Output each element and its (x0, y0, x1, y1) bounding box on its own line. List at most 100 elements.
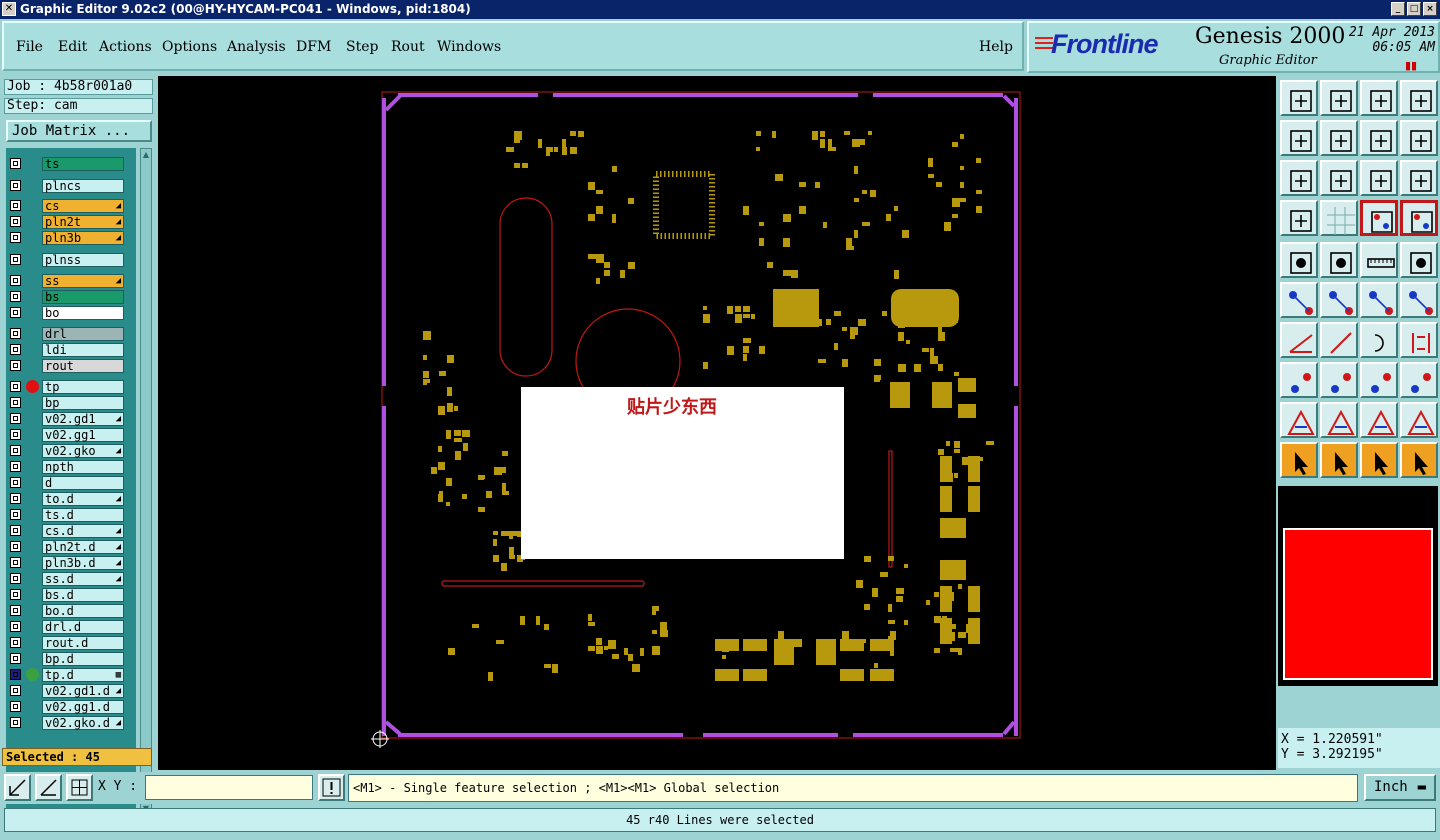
line-button[interactable] (1320, 322, 1358, 358)
menu-dfm[interactable]: DFM (296, 39, 331, 55)
center-button[interactable] (1320, 160, 1358, 196)
layer-name[interactable]: pln2t ◢ (42, 215, 124, 229)
netlist-button[interactable] (1360, 200, 1398, 236)
arc-button[interactable] (1360, 322, 1398, 358)
maximize-button[interactable]: □ (1407, 2, 1421, 16)
measure-button[interactable] (35, 774, 62, 801)
menu-windows[interactable]: Windows (437, 39, 501, 55)
pan-right-button[interactable] (1320, 120, 1358, 156)
zoom-in-button[interactable] (1320, 80, 1358, 116)
layer-name[interactable]: pln3b ◢ (42, 231, 124, 245)
cross-button[interactable] (1320, 282, 1358, 318)
triangle-up-button[interactable] (1320, 402, 1358, 438)
layer-row-v02-gg1[interactable]: v02.gg1 (6, 427, 136, 443)
measure-button[interactable] (1360, 362, 1398, 398)
layer-checkbox[interactable] (10, 573, 21, 584)
pan-left-button[interactable] (1280, 120, 1318, 156)
layer-checkbox[interactable] (10, 525, 21, 536)
layer-row-bs-d[interactable]: bs.d (6, 587, 136, 603)
layer-name[interactable]: cs.d ◢ (42, 524, 124, 538)
menu-analysis[interactable]: Analysis (227, 39, 286, 55)
layer-name[interactable]: ss ◢ (42, 274, 124, 288)
layer-row-cs[interactable]: cs ◢ (6, 198, 136, 214)
snap-button[interactable] (4, 774, 31, 801)
copy-button[interactable] (1400, 362, 1438, 398)
layer-name[interactable]: d (42, 476, 124, 490)
zoom-home-button[interactable] (1280, 80, 1318, 116)
layer-row-npth[interactable]: npth (6, 459, 136, 475)
minus-button[interactable] (1320, 362, 1358, 398)
layer-checkbox[interactable] (10, 344, 21, 355)
triangle-b-button[interactable] (1400, 402, 1438, 438)
layer-name[interactable]: drl.d (42, 620, 124, 634)
grid-button[interactable] (66, 774, 93, 801)
layer-checkbox[interactable] (10, 254, 21, 265)
layer-name[interactable]: plncs (42, 179, 124, 193)
layer-checkbox[interactable] (10, 275, 21, 286)
surface-button[interactable] (1400, 242, 1438, 278)
layer-row-rout-d[interactable]: rout.d (6, 635, 136, 651)
triangle-a-button[interactable] (1360, 402, 1398, 438)
layer-row-plncs[interactable]: plncs (6, 178, 136, 194)
layer-row-to-d[interactable]: to.d ◢ (6, 491, 136, 507)
layer-checkbox[interactable] (10, 397, 21, 408)
layer-row-tp-d[interactable]: tp.d ▦ (6, 667, 136, 683)
layer-checkbox[interactable] (10, 158, 21, 169)
layer-name[interactable]: to.d ◢ (42, 492, 124, 506)
layer-row-pln3b[interactable]: pln3b ◢ (6, 230, 136, 246)
layer-row-drl-d[interactable]: drl.d (6, 619, 136, 635)
layer-checkbox[interactable] (10, 200, 21, 211)
query-button[interactable] (1400, 160, 1438, 196)
layer-checkbox[interactable] (10, 291, 21, 302)
line-pad-button[interactable] (1360, 282, 1398, 318)
layer-name[interactable]: bp.d (42, 652, 124, 666)
layer-row-ss[interactable]: ss ◢ (6, 273, 136, 289)
layer-name[interactable]: pln3b.d ◢ (42, 556, 124, 570)
layer-checkbox[interactable] (10, 637, 21, 648)
layer-name[interactable]: v02.gg1.d (42, 700, 124, 714)
triangle-button[interactable] (1280, 402, 1318, 438)
alert-button[interactable] (318, 774, 345, 801)
step-button[interactable] (1360, 80, 1398, 116)
add-pad-button[interactable] (1280, 242, 1318, 278)
select-button[interactable] (1280, 442, 1318, 478)
layer-name[interactable]: ss.d ◢ (42, 572, 124, 586)
xy-input[interactable] (145, 775, 313, 800)
layer-row-bp[interactable]: bp (6, 395, 136, 411)
layer-row-plnss[interactable]: plnss (6, 252, 136, 268)
unit-selector[interactable]: Inch ▬ (1364, 774, 1436, 801)
layer-name[interactable]: v02.gko.d ◢ (42, 716, 124, 730)
close-button[interactable]: × (1423, 2, 1437, 16)
app-icon[interactable]: ✕ (2, 2, 16, 16)
layer-row-bo-d[interactable]: bo.d (6, 603, 136, 619)
layer-checkbox[interactable] (10, 685, 21, 696)
layer-checkbox[interactable] (10, 477, 21, 488)
ruler-button[interactable] (1360, 242, 1398, 278)
layer-checkbox[interactable] (10, 445, 21, 456)
layer-row-cs-d[interactable]: cs.d ◢ (6, 523, 136, 539)
layer-row-rout[interactable]: rout (6, 358, 136, 374)
window-button[interactable] (1400, 80, 1438, 116)
layer-row-pln2t-d[interactable]: pln2t.d ◢ (6, 539, 136, 555)
layer-checkbox[interactable] (10, 232, 21, 243)
select-net-button[interactable] (1400, 442, 1438, 478)
redraw-button[interactable] (1400, 120, 1438, 156)
fit-button[interactable] (1280, 160, 1318, 196)
select-orange-button[interactable] (1360, 442, 1398, 478)
layer-checkbox[interactable] (10, 429, 21, 440)
mirror-button[interactable] (1400, 322, 1438, 358)
layer-checkbox[interactable] (10, 381, 21, 392)
layer-checkbox[interactable] (10, 328, 21, 339)
menu-edit[interactable]: Edit (58, 39, 87, 55)
layer-name[interactable]: rout (42, 359, 124, 373)
layer-name[interactable]: bp (42, 396, 124, 410)
layer-name[interactable]: v02.gko ◢ (42, 444, 124, 458)
layer-row-v02-gg1-d[interactable]: v02.gg1.d (6, 699, 136, 715)
select-box-button[interactable] (1320, 442, 1358, 478)
snap-pad-button[interactable] (1280, 362, 1318, 398)
layer-name[interactable]: ldi (42, 343, 124, 357)
layer-checkbox[interactable] (10, 180, 21, 191)
layer-row-bs[interactable]: bs (6, 289, 136, 305)
layer-row-drl[interactable]: drl (6, 326, 136, 342)
layer-row-tp[interactable]: tp (6, 379, 136, 395)
